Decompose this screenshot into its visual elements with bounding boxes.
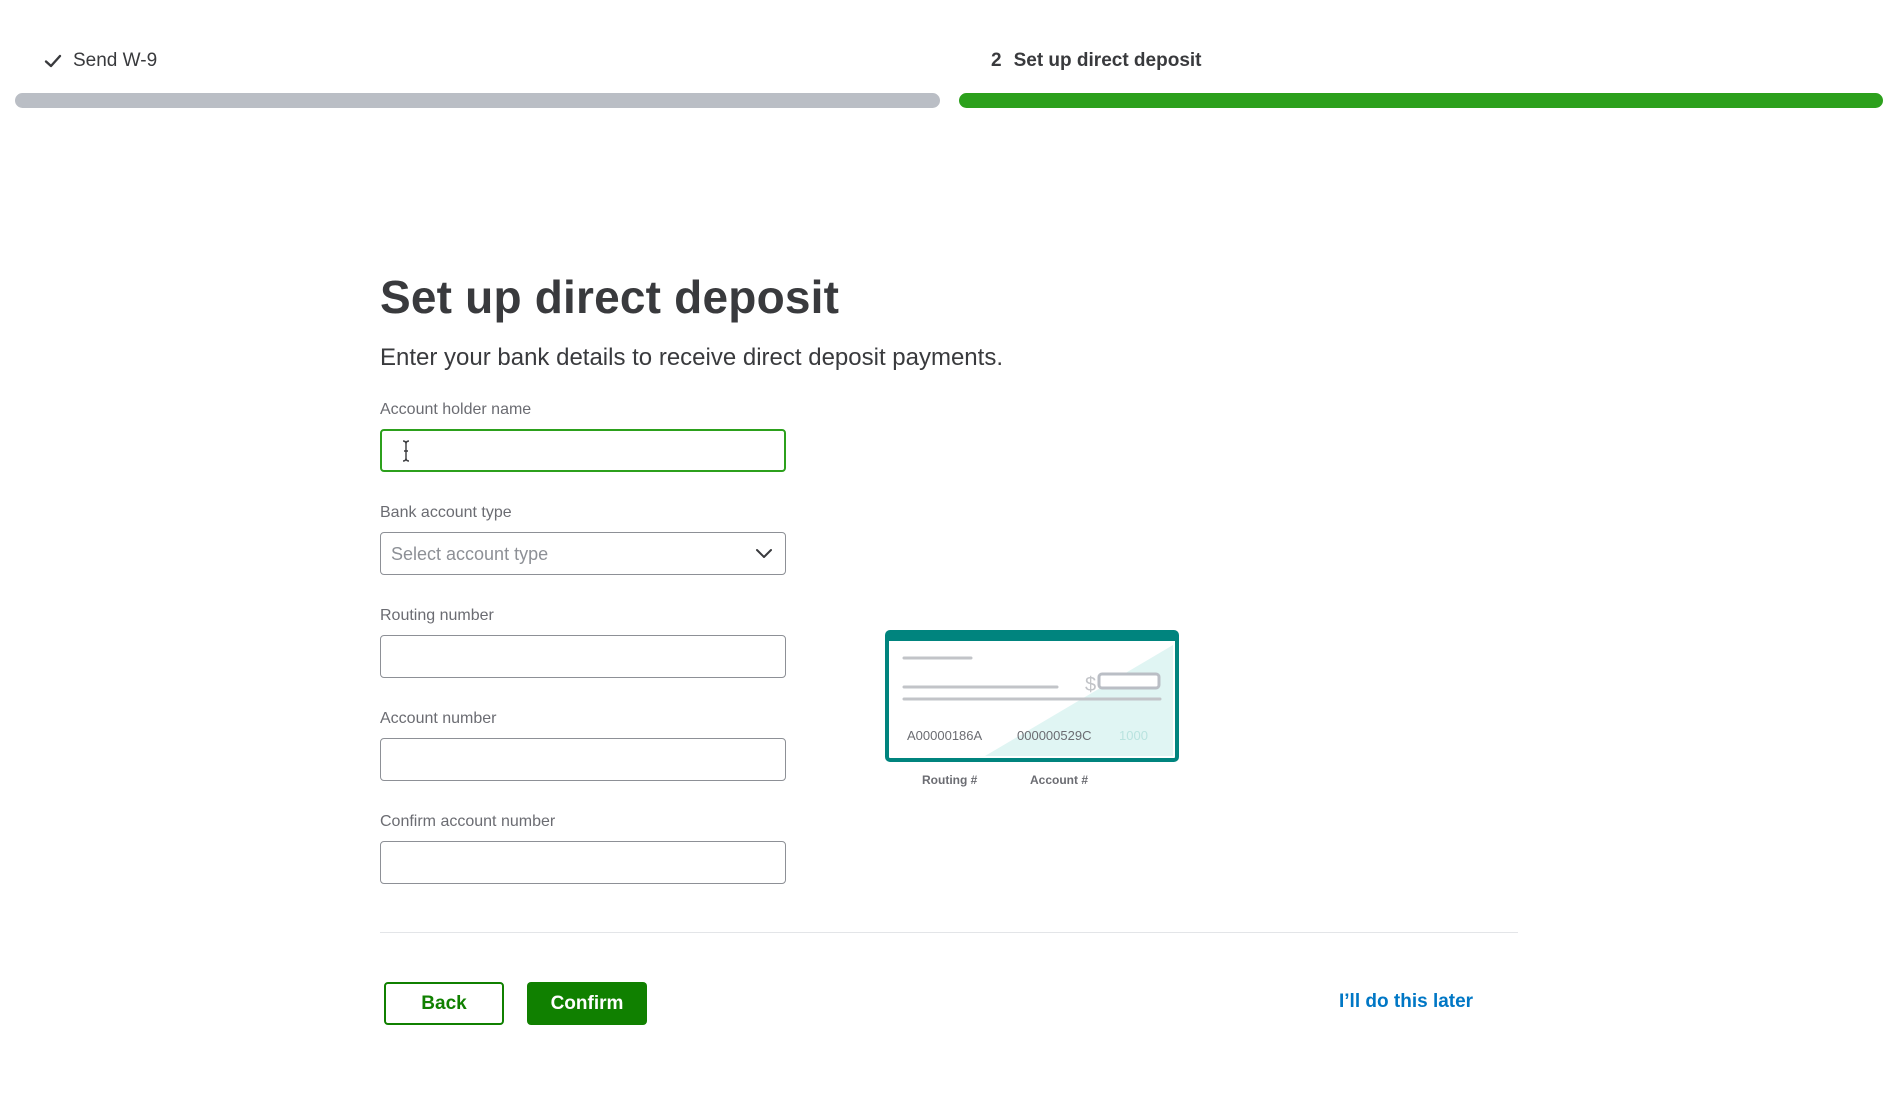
cheque-amount-box [1097, 672, 1161, 690]
step-progress-bar-active [959, 93, 1883, 108]
step-number: 2 [991, 50, 1002, 71]
routing-number-label: Routing number [380, 607, 494, 624]
page-title: Set up direct deposit [380, 271, 840, 323]
step-direct-deposit: 2 Set up direct deposit [959, 0, 1883, 110]
cheque-number-sample: 1000 [1119, 728, 1148, 743]
cheque-currency-symbol: $ [1085, 674, 1096, 696]
confirm-account-number-field: Confirm account number [380, 813, 786, 884]
cheque-routing-sample: A00000186A [907, 728, 983, 743]
account-holder-name-label: Account holder name [380, 401, 532, 418]
check-icon [44, 54, 62, 68]
cheque-graphic: $ A00000186A 000000529C 1000 [885, 630, 1179, 762]
page-subtitle: Enter your bank details to receive direc… [380, 344, 1003, 371]
account-caption: Account # [1030, 773, 1089, 787]
cheque-header-band [887, 632, 1177, 641]
confirm-button[interactable]: Confirm [527, 982, 647, 1025]
step-send-w9: Send W-9 [15, 0, 940, 110]
account-holder-name-field: Account holder name [380, 401, 786, 472]
account-number-input[interactable] [380, 738, 786, 781]
do-this-later-link[interactable]: I’ll do this later [1339, 991, 1473, 1013]
footer-divider [380, 932, 1518, 933]
bank-account-type-label: Bank account type [380, 504, 512, 521]
back-button[interactable]: Back [384, 982, 504, 1025]
cheque-account-sample: 000000529C [1017, 728, 1091, 743]
routing-number-field: Routing number [380, 607, 786, 678]
routing-number-input[interactable] [380, 635, 786, 678]
step-progress-bar-complete [15, 93, 940, 108]
account-holder-name-input[interactable] [380, 429, 786, 472]
text-cursor-icon [402, 440, 410, 462]
confirm-account-number-label: Confirm account number [380, 813, 556, 830]
routing-caption: Routing # [922, 773, 978, 787]
bank-account-type-select[interactable]: Select account type [380, 532, 786, 575]
page-header: Set up direct deposit Enter your bank de… [380, 270, 1520, 372]
bank-account-type-field: Bank account type Select account type [380, 504, 786, 575]
progress-stepper: Send W-9 2 Set up direct deposit [0, 0, 1895, 110]
account-number-field: Account number [380, 710, 786, 781]
chevron-down-icon [756, 549, 772, 558]
bank-account-type-placeholder: Select account type [391, 544, 549, 564]
step-label-direct-deposit: Set up direct deposit [1013, 50, 1202, 71]
step-label-send-w9: Send W-9 [73, 50, 158, 71]
account-number-label: Account number [380, 710, 497, 727]
confirm-account-number-input[interactable] [380, 841, 786, 884]
cheque-illustration: $ A00000186A 000000529C 1000 Routing # A… [885, 630, 1180, 795]
